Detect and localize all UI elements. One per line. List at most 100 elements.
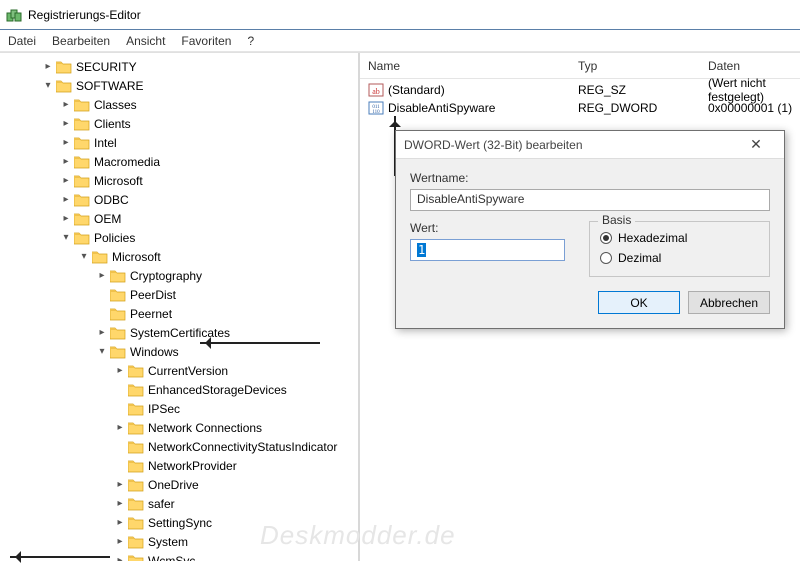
tree-item[interactable]: ▸ SystemCertificates — [4, 323, 358, 342]
chevron-right-icon[interactable]: ▸ — [42, 61, 54, 73]
radio-hex[interactable]: Hexadezimal — [600, 228, 759, 248]
tree-item[interactable]: ▸Macromedia — [4, 152, 358, 171]
tree-item[interactable]: ▸OneDrive — [4, 475, 358, 494]
cancel-button[interactable]: Abbrechen — [688, 291, 770, 314]
chevron-right-icon[interactable]: ▸ — [60, 175, 72, 187]
folder-icon — [128, 497, 144, 511]
tree-item[interactable]: ▸ System — [4, 532, 358, 551]
tree-item[interactable]: ▸SettingSync — [4, 513, 358, 532]
tree-item-label: Microsoft — [94, 174, 143, 188]
chevron-right-icon[interactable]: ▸ — [60, 118, 72, 130]
tree-item[interactable]: ▸PeerDist — [4, 285, 358, 304]
chevron-right-icon[interactable]: ▸ — [114, 517, 126, 529]
tree-item[interactable]: ▾Policies — [4, 228, 358, 247]
tree-item[interactable]: ▸Clients — [4, 114, 358, 133]
tree-item[interactable]: ▸IPSec — [4, 399, 358, 418]
value-row[interactable]: 011110DisableAntiSpywareREG_DWORD0x00000… — [360, 99, 800, 117]
chevron-right-icon[interactable]: ▸ — [114, 555, 126, 562]
tree-item[interactable]: ▾ SOFTWARE — [4, 76, 358, 95]
chevron-right-icon[interactable]: ▸ — [60, 137, 72, 149]
tree-item[interactable]: ▾ Microsoft — [4, 247, 358, 266]
col-type[interactable]: Typ — [578, 59, 708, 73]
folder-icon — [128, 478, 144, 492]
chevron-right-icon[interactable]: ▸ — [114, 536, 126, 548]
value-type: REG_DWORD — [578, 101, 708, 115]
tree-item-label: Windows — [130, 345, 179, 359]
folder-icon — [74, 98, 90, 112]
tree-item[interactable]: ▾ Windows — [4, 342, 358, 361]
annotation-arrow — [10, 556, 110, 558]
chevron-right-icon[interactable]: ▸ — [60, 99, 72, 111]
tree-item[interactable]: ▸NetworkConnectivityStatusIndicator — [4, 437, 358, 456]
tree-item[interactable]: ▸EnhancedStorageDevices — [4, 380, 358, 399]
folder-icon — [128, 459, 144, 473]
tree-item-label: Microsoft — [112, 250, 161, 264]
tree-item-label: Network Connections — [148, 421, 262, 435]
chevron-right-icon[interactable]: ▸ — [96, 327, 108, 339]
tree-item-label: NetworkProvider — [148, 459, 237, 473]
tree-item[interactable]: ▸Cryptography — [4, 266, 358, 285]
menu-file[interactable]: Datei — [8, 34, 36, 48]
tree-item[interactable]: ▸safer — [4, 494, 358, 513]
tree-item[interactable]: ▸OEM — [4, 209, 358, 228]
value-input[interactable]: 1 — [410, 239, 565, 261]
dialog-title: DWORD-Wert (32-Bit) bearbeiten — [404, 138, 583, 152]
chevron-right-icon[interactable]: ▸ — [96, 270, 108, 282]
tree-item[interactable]: ▸ Classes — [4, 95, 358, 114]
chevron-right-icon[interactable]: ▸ — [114, 498, 126, 510]
edit-dword-dialog: DWORD-Wert (32-Bit) bearbeiten ✕ Wertnam… — [395, 130, 785, 329]
tree-item-label: SOFTWARE — [76, 79, 144, 93]
value-row[interactable]: ab(Standard)REG_SZ(Wert nicht festgelegt… — [360, 81, 800, 99]
chevron-down-icon[interactable]: ▾ — [78, 251, 90, 263]
close-icon[interactable]: ✕ — [736, 134, 776, 156]
folder-icon — [92, 250, 108, 264]
tree-item[interactable]: ▸ Network Connections — [4, 418, 358, 437]
folder-icon — [128, 440, 144, 454]
folder-icon — [128, 535, 144, 549]
chevron-right-icon[interactable]: ▸ — [114, 365, 126, 377]
value-data: (Wert nicht festgelegt) — [708, 76, 800, 104]
tree-item[interactable]: ▸CurrentVersion — [4, 361, 358, 380]
chevron-right-icon[interactable]: ▸ — [114, 479, 126, 491]
chevron-down-icon[interactable]: ▾ — [60, 232, 72, 244]
tree-item-label: SystemCertificates — [130, 326, 230, 340]
tree-item[interactable]: ▸ Microsoft — [4, 171, 358, 190]
chevron-right-icon[interactable]: ▸ — [60, 156, 72, 168]
tree-item[interactable]: ▸SECURITY — [4, 57, 358, 76]
tree-item[interactable]: ▸NetworkProvider — [4, 456, 358, 475]
chevron-down-icon[interactable]: ▾ — [42, 80, 54, 92]
tree-item[interactable]: ▸Peernet — [4, 304, 358, 323]
value-type: REG_SZ — [578, 83, 708, 97]
svg-text:110: 110 — [372, 110, 380, 115]
basis-legend: Basis — [598, 213, 635, 227]
value-name-label: Wertname: — [410, 171, 770, 185]
folder-icon — [128, 554, 144, 562]
folder-icon — [74, 174, 90, 188]
col-name[interactable]: Name — [368, 59, 578, 73]
tree-item-label: EnhancedStorageDevices — [148, 383, 287, 397]
tree-item-label: PeerDist — [130, 288, 176, 302]
chevron-right-icon[interactable]: ▸ — [114, 422, 126, 434]
chevron-down-icon[interactable]: ▾ — [96, 346, 108, 358]
menu-help[interactable]: ? — [247, 34, 254, 48]
folder-icon — [74, 193, 90, 207]
menu-favorites[interactable]: Favoriten — [181, 34, 231, 48]
value-name: DisableAntiSpyware — [388, 101, 578, 115]
app-icon — [6, 7, 22, 23]
col-data[interactable]: Daten — [708, 59, 800, 73]
reg-string-icon: ab — [368, 82, 384, 98]
folder-icon — [110, 269, 126, 283]
dialog-titlebar[interactable]: DWORD-Wert (32-Bit) bearbeiten ✕ — [396, 131, 784, 159]
radio-dec[interactable]: Dezimal — [600, 248, 759, 268]
tree-item-label: WcmSvc — [148, 554, 195, 562]
basis-group: Basis Hexadezimal Dezimal — [589, 221, 770, 277]
ok-button[interactable]: OK — [598, 291, 680, 314]
chevron-right-icon[interactable]: ▸ — [60, 194, 72, 206]
menu-view[interactable]: Ansicht — [126, 34, 165, 48]
chevron-right-icon[interactable]: ▸ — [60, 213, 72, 225]
tree-item[interactable]: ▸Intel — [4, 133, 358, 152]
tree-item-label: Classes — [94, 98, 137, 112]
tree-item-label: System — [148, 535, 188, 549]
menu-edit[interactable]: Bearbeiten — [52, 34, 110, 48]
tree-item[interactable]: ▸ODBC — [4, 190, 358, 209]
